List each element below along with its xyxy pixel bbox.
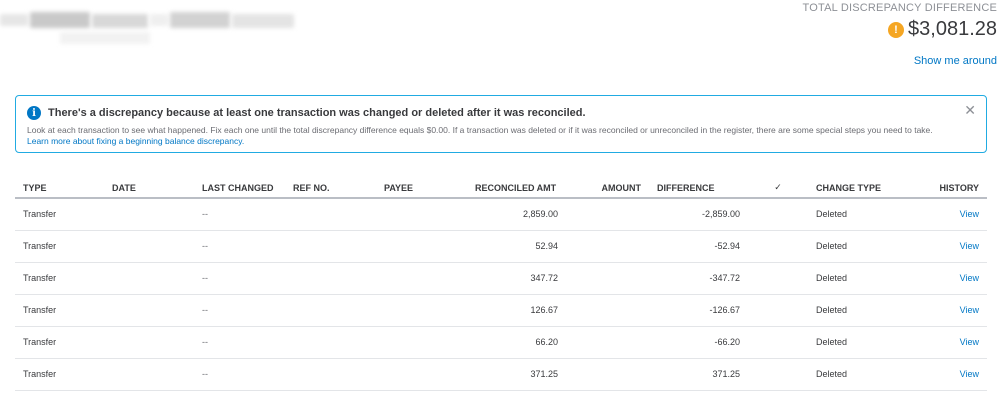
col-ref-no-header[interactable]: REF NO. — [285, 178, 376, 199]
alert-body: Look at each transaction to see what hap… — [27, 125, 933, 135]
cell-payee — [376, 326, 467, 359]
cell-change-type: Deleted — [808, 262, 918, 295]
table-row: Transfer -- 2,859.00 -2,859.00 Deleted V… — [15, 198, 987, 231]
cell-date — [104, 198, 194, 231]
cell-check — [748, 198, 808, 231]
info-icon: i — [27, 106, 41, 120]
cell-difference: -2,859.00 — [649, 198, 748, 231]
cell-change-type: Deleted — [808, 230, 918, 263]
table-row: Transfer -- 52.94 -52.94 Deleted View — [15, 230, 987, 263]
col-check-header: ✓ — [748, 178, 808, 199]
view-history-link[interactable]: View — [918, 326, 987, 359]
cell-check — [748, 230, 808, 263]
cell-last-changed: -- — [194, 326, 285, 359]
cell-date — [104, 294, 194, 327]
cell-payee — [376, 262, 467, 295]
discrepancy-alert: i There's a discrepancy because at least… — [15, 95, 987, 153]
total-discrepancy-label: TOTAL DISCREPANCY DIFFERENCE — [802, 2, 997, 14]
cell-ref-no — [285, 358, 376, 391]
cell-change-type: Deleted — [808, 294, 918, 327]
col-difference-header[interactable]: DIFFERENCE — [649, 178, 748, 199]
view-history-link[interactable]: View — [918, 262, 987, 295]
col-history-header: HISTORY — [918, 178, 987, 199]
table-header-row: TYPE DATE LAST CHANGED REF NO. PAYEE REC… — [15, 178, 987, 199]
cell-amount — [566, 262, 649, 295]
cell-type: Transfer — [15, 198, 104, 231]
cell-amount — [566, 326, 649, 359]
cell-check — [748, 358, 808, 391]
cell-amount — [566, 230, 649, 263]
col-last-changed-header[interactable]: LAST CHANGED — [194, 178, 285, 199]
cell-amount — [566, 294, 649, 327]
cell-last-changed: -- — [194, 230, 285, 263]
cell-payee — [376, 294, 467, 327]
cell-reconciled-amt: 52.94 — [467, 230, 566, 263]
cell-reconciled-amt: 126.67 — [467, 294, 566, 327]
table-row: Transfer -- 371.25 371.25 Deleted View — [15, 358, 987, 391]
close-icon[interactable]: ✕ — [964, 102, 976, 119]
cell-check — [748, 262, 808, 295]
cell-reconciled-amt: 347.72 — [467, 262, 566, 295]
cell-difference: 371.25 — [649, 358, 748, 391]
cell-last-changed: -- — [194, 262, 285, 295]
cell-check — [748, 326, 808, 359]
col-change-type-header[interactable]: CHANGE TYPE — [808, 178, 918, 199]
cell-ref-no — [285, 262, 376, 295]
cell-payee — [376, 198, 467, 231]
col-type-header[interactable]: TYPE — [15, 178, 104, 199]
view-history-link[interactable]: View — [918, 230, 987, 263]
cell-ref-no — [285, 230, 376, 263]
table-row: Transfer -- 66.20 -66.20 Deleted View — [15, 326, 987, 359]
learn-more-link[interactable]: Learn more about fixing a beginning bala… — [27, 136, 244, 146]
cell-ref-no — [285, 326, 376, 359]
cell-type: Transfer — [15, 358, 104, 391]
cell-reconciled-amt: 371.25 — [467, 358, 566, 391]
col-amount-header[interactable]: AMOUNT — [566, 178, 649, 199]
show-me-around-link[interactable]: Show me around — [914, 55, 997, 67]
cell-type: Transfer — [15, 326, 104, 359]
discrepancy-table: TYPE DATE LAST CHANGED REF NO. PAYEE REC… — [15, 178, 987, 391]
table-row: Transfer -- 347.72 -347.72 Deleted View — [15, 262, 987, 295]
cell-payee — [376, 358, 467, 391]
cell-difference: -126.67 — [649, 294, 748, 327]
cell-check — [748, 294, 808, 327]
cell-reconciled-amt: 2,859.00 — [467, 198, 566, 231]
cell-amount — [566, 198, 649, 231]
cell-difference: -52.94 — [649, 230, 748, 263]
cell-last-changed: -- — [194, 198, 285, 231]
cell-date — [104, 358, 194, 391]
cell-date — [104, 326, 194, 359]
cell-reconciled-amt: 66.20 — [467, 326, 566, 359]
cell-last-changed: -- — [194, 358, 285, 391]
col-reconciled-amt-header[interactable]: RECONCILED AMT — [467, 178, 566, 199]
col-date-header[interactable]: DATE — [104, 178, 194, 199]
table-row: Transfer -- 126.67 -126.67 Deleted View — [15, 294, 987, 327]
cell-difference: -347.72 — [649, 262, 748, 295]
cell-change-type: Deleted — [808, 198, 918, 231]
total-amount-value: $3,081.28 — [908, 18, 997, 40]
cell-change-type: Deleted — [808, 358, 918, 391]
total-discrepancy-amount: ! $3,081.28 — [888, 18, 997, 41]
cell-ref-no — [285, 198, 376, 231]
cell-type: Transfer — [15, 230, 104, 263]
cell-change-type: Deleted — [808, 326, 918, 359]
cell-type: Transfer — [15, 262, 104, 295]
view-history-link[interactable]: View — [918, 358, 987, 391]
cell-type: Transfer — [15, 294, 104, 327]
exclamation-circle-icon: ! — [888, 21, 905, 38]
cell-difference: -66.20 — [649, 326, 748, 359]
col-payee-header[interactable]: PAYEE — [376, 178, 467, 199]
view-history-link[interactable]: View — [918, 198, 987, 231]
alert-title: There's a discrepancy because at least o… — [48, 107, 586, 119]
cell-last-changed: -- — [194, 294, 285, 327]
cell-date — [104, 262, 194, 295]
cell-date — [104, 230, 194, 263]
cell-payee — [376, 230, 467, 263]
cell-ref-no — [285, 294, 376, 327]
view-history-link[interactable]: View — [918, 294, 987, 327]
cell-amount — [566, 358, 649, 391]
redacted-account-title — [0, 8, 300, 48]
